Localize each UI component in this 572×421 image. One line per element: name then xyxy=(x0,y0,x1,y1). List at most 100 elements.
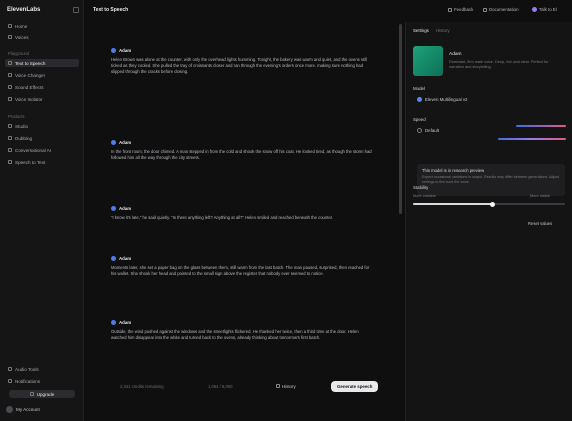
sidebar-item-label: Dubbing xyxy=(15,135,33,141)
voice-avatar-icon xyxy=(111,206,116,211)
history-button[interactable]: History xyxy=(276,384,296,389)
transcript-turn[interactable]: Adam Moments later, she set a paper bag … xyxy=(111,256,375,277)
transcript-editor[interactable]: Adam Helen Brown was alone at the counte… xyxy=(85,22,401,421)
user-menu[interactable]: My Account xyxy=(6,404,78,414)
sidebar-item-voice-isolator[interactable]: Voice Isolator xyxy=(5,95,79,103)
transcript-turn[interactable]: Adam Helen Brown was alone at the counte… xyxy=(111,48,375,75)
turn-text[interactable]: "I know it's late," he said quietly. "Is… xyxy=(111,215,375,221)
feedback-label: Feedback xyxy=(454,7,474,12)
voice-avatar-icon xyxy=(111,256,116,261)
turn-text[interactable]: Outside, the wind pushed against the win… xyxy=(111,329,375,341)
voice-avatar-icon xyxy=(111,48,116,53)
sidebar-item-label: Voice Changer xyxy=(15,72,46,78)
sidebar-item-label: Notifications xyxy=(15,378,41,384)
sidebar-item-home[interactable]: Home xyxy=(5,22,79,30)
turn-text[interactable]: Moments later, she set a paper bag on th… xyxy=(111,265,375,277)
credits-remaining: 2,341 credits remaining xyxy=(120,383,164,389)
tab-history[interactable]: History xyxy=(436,28,450,33)
home-icon xyxy=(8,24,12,28)
model-label: Model xyxy=(413,86,425,91)
model-option[interactable]: Eleven Multilingual v2 xyxy=(417,97,467,102)
docs-icon xyxy=(483,7,487,12)
studio-icon xyxy=(8,124,12,128)
sidebar-item-voices[interactable]: Voices xyxy=(5,33,79,41)
settings-panel: Settings History Adam Dominant, firm mal… xyxy=(405,22,572,421)
sidebar-item-label: Sound Effects xyxy=(15,84,44,90)
history-icon xyxy=(276,384,280,388)
feedback-button[interactable]: Feedback xyxy=(448,7,473,12)
speed-gradient-bar xyxy=(516,125,566,127)
generation-bar: 2,341 credits remaining 1,054 / 5,000 Hi… xyxy=(110,380,380,392)
sidebar-item-label: Voices xyxy=(15,34,29,40)
upgrade-icon xyxy=(29,392,34,396)
speaker-label[interactable]: Adam xyxy=(111,140,375,145)
speaker-label[interactable]: Adam xyxy=(111,48,375,53)
generate-speech-button[interactable]: Generate speech xyxy=(331,380,379,392)
sidebar-item-label: Studio xyxy=(15,123,29,129)
speaker-name: Adam xyxy=(119,320,132,325)
speaker-name: Adam xyxy=(119,48,132,53)
transcript-scrollbar[interactable] xyxy=(399,24,402,214)
reset-values-button[interactable]: Reset values xyxy=(528,221,552,226)
sidebar-item-studio[interactable]: Studio xyxy=(5,122,79,130)
speaker-label[interactable]: Adam xyxy=(111,256,375,261)
sidebar: ElevenLabs Home Voices Playground Text t… xyxy=(0,0,84,421)
transcript-turn[interactable]: Adam In the front room, the door chimed.… xyxy=(111,140,375,161)
model-value: Eleven Multilingual v2 xyxy=(425,97,468,102)
history-label: History xyxy=(282,383,296,389)
speaker-label[interactable]: Adam xyxy=(111,206,375,211)
sidebar-item-speech-to-text[interactable]: Speech to Text xyxy=(5,158,79,166)
stability-min-label: More variable xyxy=(413,194,437,198)
stability-slider-fill xyxy=(413,203,493,205)
voices-icon xyxy=(8,35,12,39)
character-count: 1,054 / 5,000 xyxy=(208,383,233,389)
voice-isolator-icon xyxy=(8,97,12,101)
audio-tools-icon xyxy=(8,367,12,371)
transcript-turn[interactable]: Adam "I know it's late," he said quietly… xyxy=(111,206,375,221)
feedback-icon xyxy=(448,7,452,12)
upgrade-label: Upgrade xyxy=(36,391,55,397)
upgrade-button[interactable]: Upgrade xyxy=(9,390,75,398)
sidebar-item-text-to-speech[interactable]: Text to Speech xyxy=(5,59,79,67)
turn-text[interactable]: In the front room, the door chimed. A ma… xyxy=(111,149,375,161)
sound-effects-icon xyxy=(8,85,12,89)
section-label-products: Products xyxy=(8,114,25,119)
turn-text[interactable]: Helen Brown was alone at the counter, wi… xyxy=(111,57,375,75)
stability-label: Stability xyxy=(413,185,429,190)
talk-to-button[interactable]: Talk to El xyxy=(532,7,557,12)
transcript-turn[interactable]: Adam Outside, the wind pushed against th… xyxy=(111,320,375,341)
sidebar-item-voice-changer[interactable]: Voice Changer xyxy=(5,71,79,79)
research-preview-notice: This model is in research preview Expect… xyxy=(417,164,565,196)
voice-thumbnail xyxy=(413,46,443,76)
voice-selector[interactable]: Adam Dominant, firm male voice. Deep, ri… xyxy=(413,46,565,78)
sidebar-item-conversational-ai[interactable]: Conversational AI xyxy=(5,146,79,154)
sidebar-item-audio-tools[interactable]: Audio Tools xyxy=(5,365,79,373)
page-title: Text to Speech xyxy=(93,7,129,13)
stability-slider-thumb[interactable] xyxy=(489,201,495,207)
stability-max-label: More stable xyxy=(530,194,550,198)
voice-avatar-icon xyxy=(111,320,116,325)
notice-title: This model is in research preview xyxy=(422,168,485,173)
text-to-speech-icon xyxy=(8,61,12,65)
collapse-sidebar-icon[interactable] xyxy=(73,7,79,13)
speed-option[interactable]: Default xyxy=(417,128,439,133)
speaker-label[interactable]: Adam xyxy=(111,320,375,325)
documentation-button[interactable]: Documentation xyxy=(483,7,519,12)
speech-to-text-icon xyxy=(8,160,12,164)
stability-slider[interactable] xyxy=(413,201,565,207)
radio-icon xyxy=(417,128,422,133)
talk-to-label: Talk to El xyxy=(539,7,557,12)
sidebar-item-label: Conversational AI xyxy=(15,147,52,153)
sidebar-item-notifications[interactable]: Notifications xyxy=(5,377,79,385)
notice-body: Expect occasional variations in output. … xyxy=(422,175,559,184)
documentation-label: Documentation xyxy=(489,7,519,12)
avatar xyxy=(6,405,13,413)
section-label-playground: Playground xyxy=(8,51,30,56)
topbar: Text to Speech Feedback Documentation Ta… xyxy=(85,0,572,20)
speed-value: Default xyxy=(425,128,439,133)
sidebar-item-dubbing[interactable]: Dubbing xyxy=(5,134,79,142)
brand-logo[interactable]: ElevenLabs xyxy=(7,7,40,13)
sidebar-item-sound-effects[interactable]: Sound Effects xyxy=(5,83,79,91)
sidebar-item-label: Text to Speech xyxy=(15,60,46,66)
tab-settings[interactable]: Settings xyxy=(413,28,429,33)
